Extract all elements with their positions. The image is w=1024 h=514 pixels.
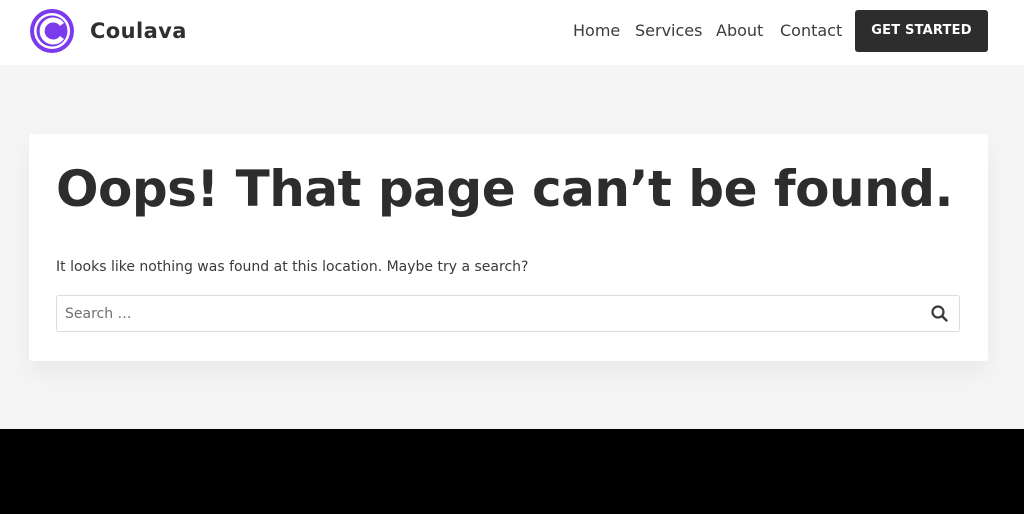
nav-services[interactable]: Services (635, 21, 702, 41)
search-icon (931, 305, 948, 322)
search-input[interactable] (57, 296, 907, 331)
page-title: Oops! That page can’t be found. (56, 160, 953, 218)
nav-contact[interactable]: Contact (780, 21, 842, 41)
nav-home[interactable]: Home (573, 21, 620, 41)
not-found-message: It looks like nothing was found at this … (56, 259, 529, 275)
search-button[interactable] (929, 303, 951, 325)
logo-icon[interactable] (29, 8, 75, 54)
site-header: Coulava Home Services About Contact GET … (0, 0, 1024, 65)
get-started-button[interactable]: GET STARTED (855, 10, 988, 52)
nav-about[interactable]: About (716, 21, 763, 41)
site-footer (0, 429, 1024, 514)
not-found-card: Oops! That page can’t be found. It looks… (29, 134, 988, 361)
search-form (56, 295, 960, 332)
site-brand[interactable]: Coulava (90, 18, 187, 44)
